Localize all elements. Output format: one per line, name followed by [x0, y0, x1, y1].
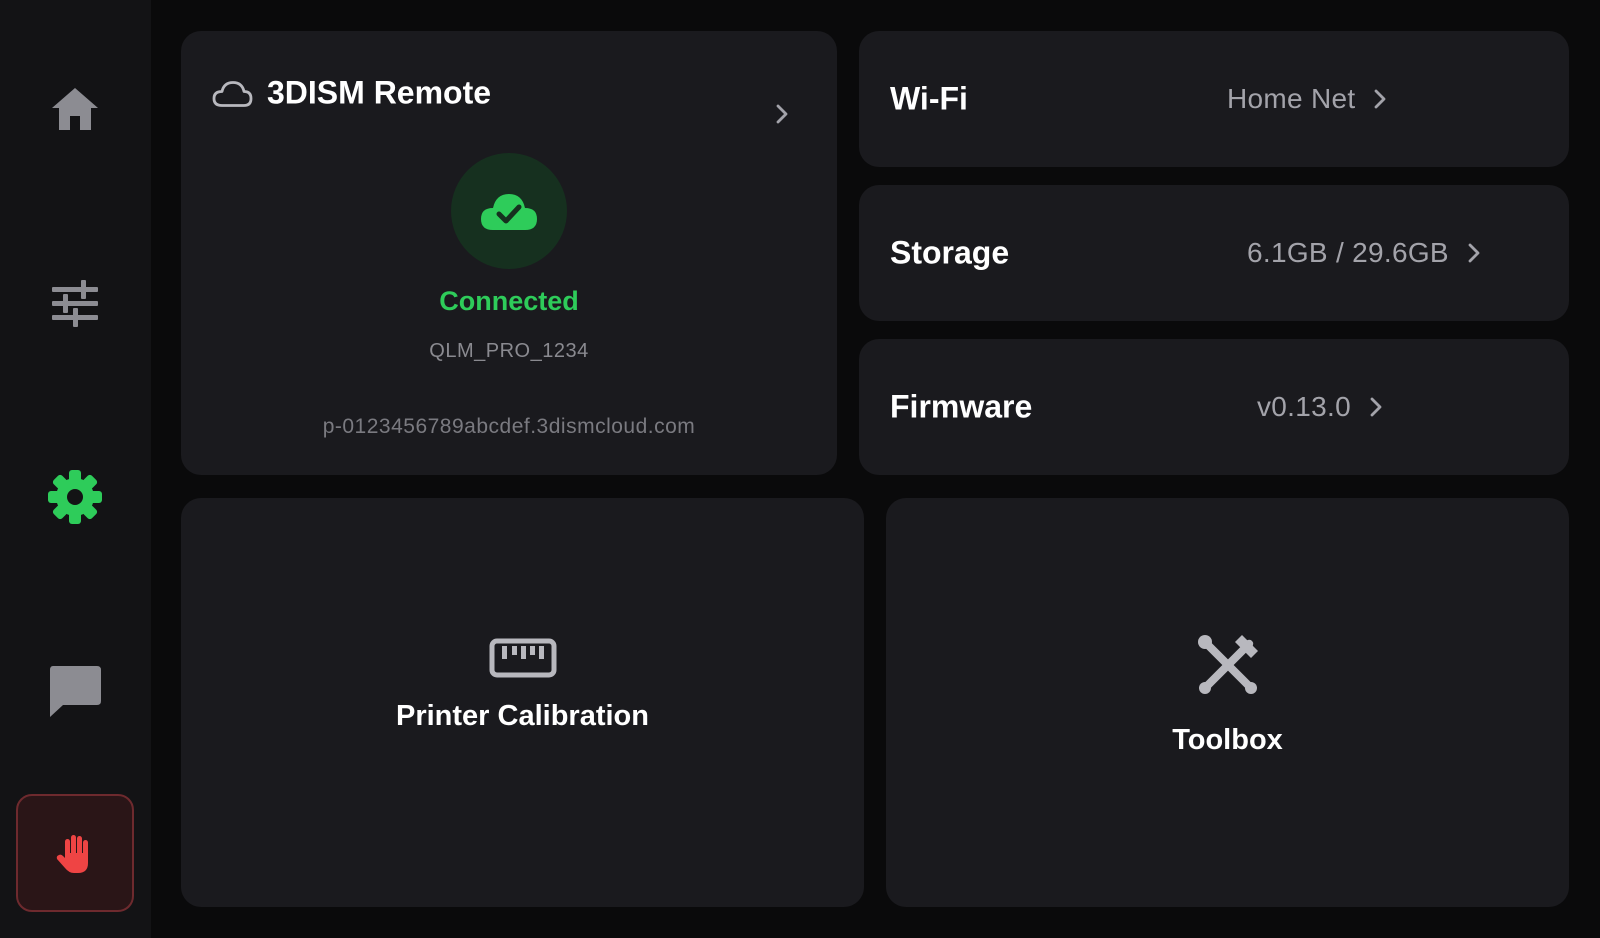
- nav-tune[interactable]: [16, 244, 134, 362]
- cloud-icon: [212, 80, 253, 107]
- nav-home[interactable]: [16, 50, 134, 168]
- remote-url: p-0123456789abcdef.3dismcloud.com: [322, 415, 696, 438]
- remote-header: 3DISM Remote: [211, 75, 491, 112]
- wifi-setting-card[interactable]: Wi-Fi Home Net: [859, 31, 1569, 167]
- chevron-right-icon: [1375, 89, 1386, 109]
- printer-calibration-content: Printer Calibration: [181, 638, 864, 733]
- wifi-value-group: Home Net: [1227, 83, 1387, 115]
- printer-calibration-card[interactable]: Printer Calibration: [181, 498, 864, 907]
- chat-bubble-icon: [50, 666, 101, 717]
- storage-value: 6.1GB / 29.6GB: [1247, 237, 1449, 268]
- hand-stop-icon: [56, 835, 88, 873]
- toolbox-label: Toolbox: [1172, 724, 1283, 756]
- home-icon: [52, 88, 98, 130]
- printer-calibration-label: Printer Calibration: [396, 700, 649, 732]
- device-id: QLM_PRO_1234: [429, 340, 589, 362]
- tools-icon: [1197, 635, 1258, 694]
- toolbox-card[interactable]: Toolbox: [886, 498, 1569, 907]
- ruler-icon: [489, 638, 556, 678]
- sidebar: [0, 0, 151, 938]
- storage-label: Storage: [890, 234, 1010, 271]
- connection-status-badge: [451, 153, 567, 269]
- emergency-stop-button[interactable]: [16, 794, 134, 912]
- cloud-check-icon: [481, 194, 537, 230]
- sliders-icon: [52, 280, 98, 327]
- firmware-value-group: v0.13.0: [1257, 391, 1383, 423]
- firmware-label: Firmware: [890, 388, 1033, 425]
- wifi-label: Wi-Fi: [890, 80, 968, 117]
- firmware-value: v0.13.0: [1257, 391, 1351, 422]
- nav-messages[interactable]: [16, 632, 134, 750]
- storage-value-group: 6.1GB / 29.6GB: [1247, 237, 1481, 269]
- chevron-right-icon: [1468, 243, 1480, 263]
- chevron-right-icon: [1370, 397, 1382, 417]
- gear-icon: [48, 470, 102, 524]
- chevron-right-icon[interactable]: [775, 103, 789, 125]
- remote-title: 3DISM Remote: [267, 74, 492, 111]
- firmware-setting-card[interactable]: Firmware v0.13.0: [859, 339, 1569, 475]
- storage-setting-card[interactable]: Storage 6.1GB / 29.6GB: [859, 185, 1569, 321]
- toolbox-content: Toolbox: [886, 633, 1569, 757]
- remote-card[interactable]: 3DISM Remote Connected QLM_PRO_1234 p-01…: [181, 31, 837, 475]
- wifi-value: Home Net: [1227, 83, 1356, 114]
- connection-status-text: Connected: [439, 286, 579, 316]
- nav-settings[interactable]: [16, 438, 134, 556]
